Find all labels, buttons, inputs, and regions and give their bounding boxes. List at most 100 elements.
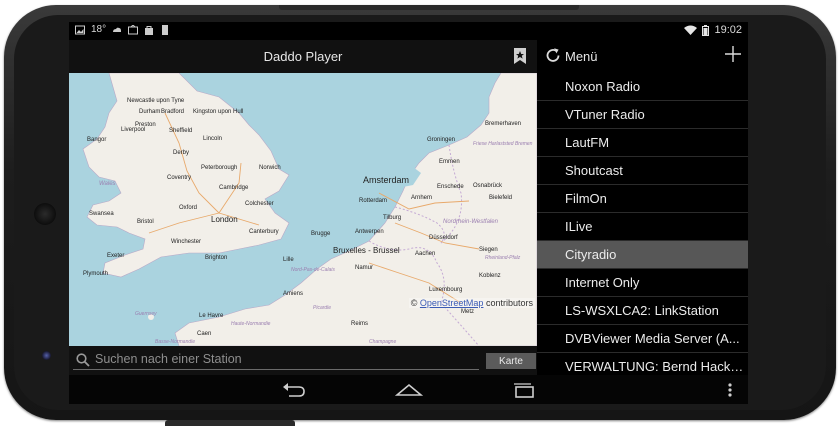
menu-item-cityradio[interactable]: Cityradio	[537, 241, 748, 269]
map-label-region: Nord-Pas-de-Calais	[291, 267, 335, 273]
map-label-city: Coventry	[167, 175, 191, 181]
gallery-icon	[75, 25, 85, 34]
cast-icon	[128, 24, 139, 34]
map-attribution: © OpenStreetMap contributors	[408, 298, 535, 308]
plus-icon[interactable]	[724, 45, 742, 63]
map-label-city: Luxembourg	[429, 287, 462, 293]
map-label-city: Enschede	[437, 184, 464, 190]
map-label-city: Newcastle upon Tyne	[127, 98, 185, 104]
map-label-city: Caen	[197, 331, 211, 337]
menu-header: Menü	[537, 40, 748, 73]
map-label-city: Brugge	[311, 231, 331, 237]
map-label-city: Bremerhaven	[485, 121, 521, 127]
map-label-city: Peterborough	[201, 165, 237, 171]
app-bar: Daddo Player	[69, 40, 537, 73]
map-label-city: Aachen	[415, 251, 435, 257]
map-label-city: Koblenz	[479, 273, 501, 279]
clock: 19:02	[714, 24, 742, 36]
map-label-region: Haute-Normandie	[231, 321, 271, 327]
shopping-bag-icon	[145, 25, 154, 35]
map-label-city: Kingston upon Hull	[193, 109, 243, 115]
navigation-bar	[69, 375, 748, 404]
battery-icon	[702, 24, 710, 36]
map-label-city: Lille	[283, 257, 294, 263]
map-label-city: Durham	[139, 109, 160, 115]
menu-item-dvbviewer[interactable]: DVBViewer Media Server (A...	[537, 325, 748, 353]
map-label-city: Winchester	[171, 239, 201, 245]
power-button	[279, 5, 579, 10]
copyright-symbol: ©	[410, 298, 418, 308]
map-label-city: Arnhem	[411, 195, 432, 201]
player-pane: Daddo Player Newcastle upon Tyne Durham …	[69, 40, 537, 375]
menu-item-filmon[interactable]: FilmOn	[537, 185, 748, 213]
refresh-icon[interactable]	[545, 47, 562, 64]
overflow-menu-icon[interactable]	[726, 381, 734, 399]
map-label-city: Bruxelles - Brussel	[333, 246, 400, 255]
map-label-city: Düsseldorf	[429, 235, 458, 241]
map-label-city: Rotterdam	[359, 198, 387, 204]
map-label-city: Reims	[351, 321, 368, 327]
app-title: Daddo Player	[263, 49, 343, 64]
weather-icon	[113, 27, 122, 32]
map-label-city: Exeter	[107, 253, 124, 259]
map-label-region: Champagne	[369, 339, 396, 345]
openstreetmap-link[interactable]: OpenStreetMap	[420, 298, 484, 308]
menu-item-internet-only[interactable]: Internet Only	[537, 269, 748, 297]
speaker-grille	[34, 203, 56, 225]
station-source-list: Noxon Radio VTuner Radio LautFM Shoutcas…	[537, 73, 748, 381]
map-label-city: Swansea	[89, 211, 114, 217]
map-label-city: Canterbury	[249, 229, 279, 235]
map-label-city: London	[211, 215, 238, 224]
device-screen: 18° 19:02 Daddo Player Newcastle upon Ty…	[69, 22, 748, 404]
map-label-city: Tilburg	[383, 215, 401, 221]
map-label-city: Lincoln	[203, 136, 222, 142]
menu-item-noxon-radio[interactable]: Noxon Radio	[537, 73, 748, 101]
map-label-city: Groningen	[427, 137, 455, 143]
bookmark-star-icon[interactable]	[513, 48, 527, 64]
sd-card-icon	[162, 24, 169, 35]
menu-title: Menü	[565, 49, 598, 64]
search-input[interactable]	[95, 351, 475, 367]
map-label-region: Guernsey	[135, 311, 157, 317]
map-label-city: Brighton	[205, 255, 227, 261]
menu-item-ilive[interactable]: ILive	[537, 213, 748, 241]
map-button[interactable]: Karte	[486, 353, 536, 369]
front-camera	[42, 351, 51, 360]
search-field[interactable]	[73, 351, 479, 370]
map-label-city: Emmen	[439, 159, 460, 165]
map-label-city: Bielefeld	[489, 195, 512, 201]
attribution-suffix: contributors	[485, 298, 533, 308]
map-label-region: Basse-Normandie	[155, 339, 195, 345]
search-icon	[76, 353, 90, 367]
menu-item-lautfm[interactable]: LautFM	[537, 129, 748, 157]
map-label-city: Bangor	[87, 137, 106, 143]
map-label-city: Norwich	[259, 165, 281, 171]
map-label-city: Bradford	[161, 109, 184, 115]
volume-button	[165, 420, 295, 426]
map-label-city: Colchester	[245, 201, 274, 207]
wifi-icon	[684, 25, 698, 35]
map-label-city: Oxford	[179, 205, 197, 211]
map-label-city: Liverpool	[121, 127, 145, 133]
menu-item-linkstation[interactable]: LS-WSXLCA2: LinkStation	[537, 297, 748, 325]
menu-item-shoutcast[interactable]: Shoutcast	[537, 157, 748, 185]
map-label-city: Siegen	[479, 247, 498, 253]
map-label-region: Nordrhein-Westfalen	[443, 219, 499, 225]
map-label-region: Rheinland-Pfalz	[485, 255, 521, 261]
map-label-city: Bristol	[137, 219, 154, 225]
temperature: 18°	[91, 24, 107, 35]
status-bar: 18° 19:02	[69, 22, 748, 40]
map-label-city: Antwerpen	[355, 229, 384, 235]
map-label-city: Amiens	[283, 291, 303, 297]
map-label-city: Le Havre	[199, 313, 224, 319]
home-icon[interactable]	[395, 381, 423, 399]
menu-pane: Menü Noxon Radio VTuner Radio LautFM Sho…	[537, 40, 748, 381]
recent-apps-icon[interactable]	[511, 381, 537, 399]
map-label-city: Osnabrück	[473, 183, 503, 189]
back-icon[interactable]	[281, 381, 307, 399]
menu-item-vtuner-radio[interactable]: VTuner Radio	[537, 101, 748, 129]
map-view[interactable]: Newcastle upon Tyne Durham Preston Bradf…	[69, 73, 537, 346]
map-label-city: Derby	[173, 150, 189, 156]
map-label-city: Metz	[461, 309, 474, 315]
map-label-city: Namur	[355, 265, 373, 271]
